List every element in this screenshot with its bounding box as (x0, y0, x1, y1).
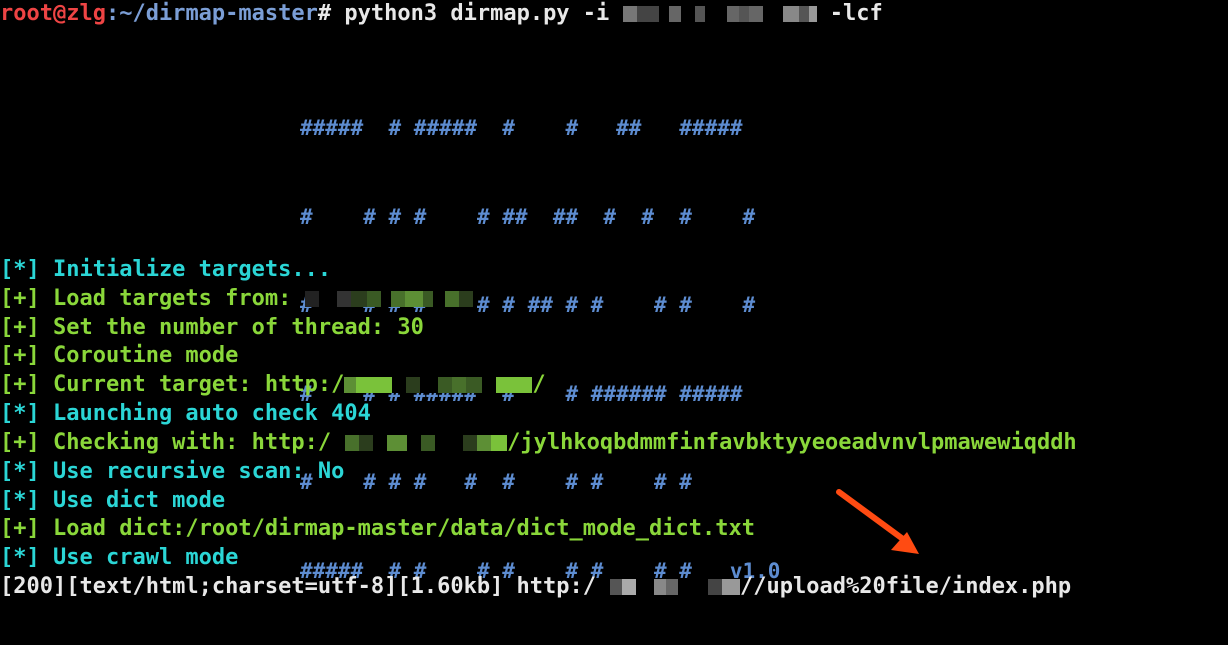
prompt-line: root@zlg:~/dirmap-master# python3 dirmap… (0, 0, 883, 28)
banner-line: ##### # ##### # # ## ##### (300, 116, 743, 140)
arrow-pointer-icon (836, 489, 919, 554)
redacted-targets-file (304, 291, 473, 307)
banner-line: # # # # # # # # # # (300, 470, 692, 494)
log-crawl-mode: [*] Use crawl mode (0, 545, 239, 570)
log-dict-mode: [*] Use dict mode (0, 488, 226, 513)
redacted-current-target (344, 377, 533, 393)
log-recursive-scan: [*] Use recursive scan: No (0, 459, 345, 484)
command-text: python3 dirmap.py -i (331, 1, 623, 26)
log-result-prefix: [200][text/html;charset=utf-8][1.60kb] h… (0, 574, 597, 599)
log-current-target-prefix: [+] Current target: http:/ (0, 372, 345, 397)
log-checking-prefix: [+] Checking with: http:/ (0, 430, 332, 455)
log-result-suffix: //upload%20file/index.php (740, 574, 1072, 599)
redacted-checking-host (331, 435, 508, 451)
log-checking: [+] Checking with: http:/ /jylhkoqbdmmfin… (0, 429, 1077, 457)
log-initialize: [*] Initialize targets... (0, 257, 332, 282)
prompt-user: root@zlg (0, 1, 106, 26)
banner-line: # # # # # ## ## # # # # (300, 204, 756, 229)
terminal-window[interactable]: root@zlg:~/dirmap-master# python3 dirmap… (0, 0, 1228, 600)
log-coroutine: [+] Coroutine mode (0, 343, 239, 368)
redacted-result-host (596, 579, 741, 595)
prompt-path: :~/dirmap-master (105, 1, 318, 26)
command-flags: -lcf (816, 1, 883, 26)
log-checking-suffix: /jylhkoqbdmmfinfavbktyyeoeadvnvlpmawewiq… (507, 430, 1077, 455)
log-result-found: [200][text/html;charset=utf-8][1.60kb] h… (0, 573, 1071, 601)
log-threads: [+] Set the number of thread: 30 (0, 315, 424, 340)
log-current-target: [+] Current target: http:/ / (0, 371, 546, 399)
log-current-target-suffix: / (532, 372, 546, 397)
dirmap-ascii-banner: ##### # ##### # # ## ##### # # # # # ## … (300, 55, 780, 645)
log-load-dict: [+] Load dict:/root/dirmap-master/data/d… (0, 516, 755, 541)
log-load-targets-text: [+] Load targets from: (0, 286, 305, 311)
log-auto-check: [*] Launching auto check 404 (0, 401, 371, 426)
log-load-targets: [+] Load targets from: (0, 285, 473, 313)
prompt-symbol: # (317, 1, 332, 26)
redacted-target (622, 6, 817, 22)
